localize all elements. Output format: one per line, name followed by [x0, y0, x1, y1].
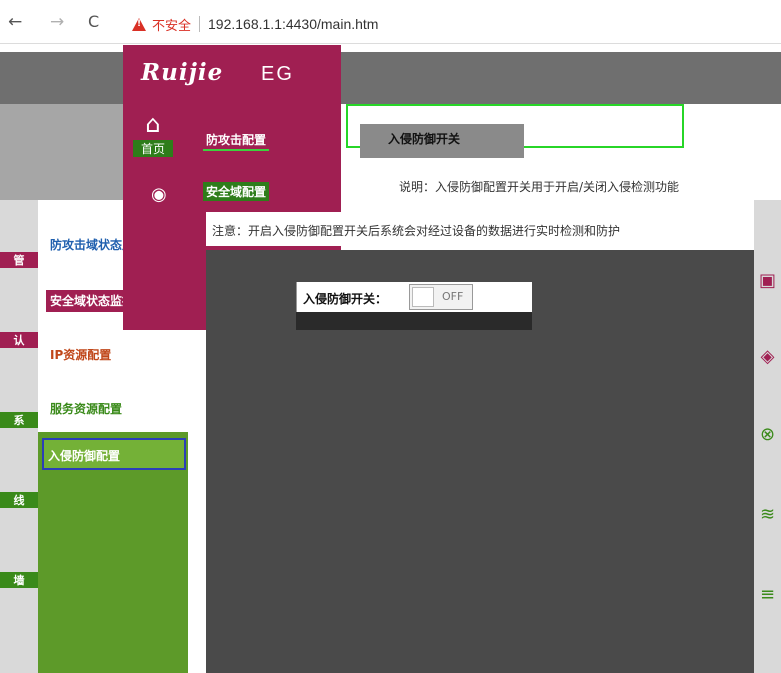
home-button[interactable]: ⌂ 首页: [133, 110, 173, 157]
url-text[interactable]: 192.168.1.1:4430/main.htm: [208, 16, 378, 32]
sidebar-icon-wifi[interactable]: 线: [0, 490, 38, 550]
content-divider: [188, 330, 206, 673]
right-wifi-icon[interactable]: ≋: [754, 504, 781, 525]
brand-header: Ruijie EG: [123, 45, 341, 105]
browser-toolbar: ← → C 不安全 192.168.1.1:4430/main.htm: [0, 0, 781, 44]
product-label: EG: [261, 63, 294, 85]
submenu-item-ip-resource[interactable]: IP资源配置: [46, 344, 115, 366]
right-gear-icon[interactable]: ⊗: [754, 424, 781, 445]
shield-icon-label: 认: [0, 332, 38, 348]
submenu-green-area: 入侵防御配置: [38, 432, 196, 673]
submenu-item-service-resource[interactable]: 服务资源配置: [46, 398, 126, 420]
address-bar[interactable]: 不安全 192.168.1.1:4430/main.htm: [132, 14, 378, 34]
sidebar-icon-network[interactable]: 管: [0, 250, 38, 310]
home-icon: ⌂: [145, 110, 161, 138]
warning-icon: [132, 17, 146, 31]
menu-item-security-zone[interactable]: 安全域配置: [203, 182, 270, 201]
panel-title: 入侵防御开关: [360, 124, 524, 158]
intrusion-switch[interactable]: OFF: [409, 284, 473, 310]
gear-icon-label: 系: [0, 412, 38, 428]
wifi-icon-label: 线: [0, 492, 38, 508]
submenu-item-intrusion-prevention[interactable]: 入侵防御配置: [42, 438, 186, 470]
right-shield-icon[interactable]: ◈: [754, 346, 781, 367]
back-icon[interactable]: ←: [8, 14, 22, 31]
description-text: 说明：入侵防御配置开关用于开启/关闭入侵检测功能: [375, 172, 745, 200]
app-header: [0, 52, 781, 104]
address-divider: [199, 16, 201, 32]
switch-underbar: [296, 312, 532, 330]
sidebar-icons: 管 认 系 线 墙: [0, 210, 38, 673]
home-label: 首页: [133, 140, 173, 157]
right-firewall-icon[interactable]: ≡: [754, 584, 781, 605]
warning-text: 注意：开启入侵防御配置开关后系统会对经过设备的数据进行实时检测和防护: [206, 212, 754, 246]
security-icon: ◉: [151, 184, 167, 205]
switch-state: OFF: [442, 290, 464, 303]
sidebar-icon-gear[interactable]: 系: [0, 410, 38, 470]
right-network-icon[interactable]: ▣: [754, 270, 781, 291]
firewall-icon-label: 墙: [0, 572, 38, 588]
security-status[interactable]: 不安全: [152, 15, 191, 34]
ruijie-logo[interactable]: Ruijie: [141, 59, 223, 86]
sidebar-icon-shield[interactable]: 认: [0, 330, 38, 390]
sidebar-icon-firewall[interactable]: 墙: [0, 570, 38, 630]
switch-knob: [412, 287, 434, 307]
reload-icon[interactable]: C: [88, 14, 99, 30]
forward-icon[interactable]: →: [50, 14, 64, 31]
menu-item-attack-defense[interactable]: 防攻击配置: [203, 130, 270, 151]
network-icon-label: 管: [0, 252, 38, 268]
switch-label: 入侵防御开关：: [303, 292, 388, 306]
